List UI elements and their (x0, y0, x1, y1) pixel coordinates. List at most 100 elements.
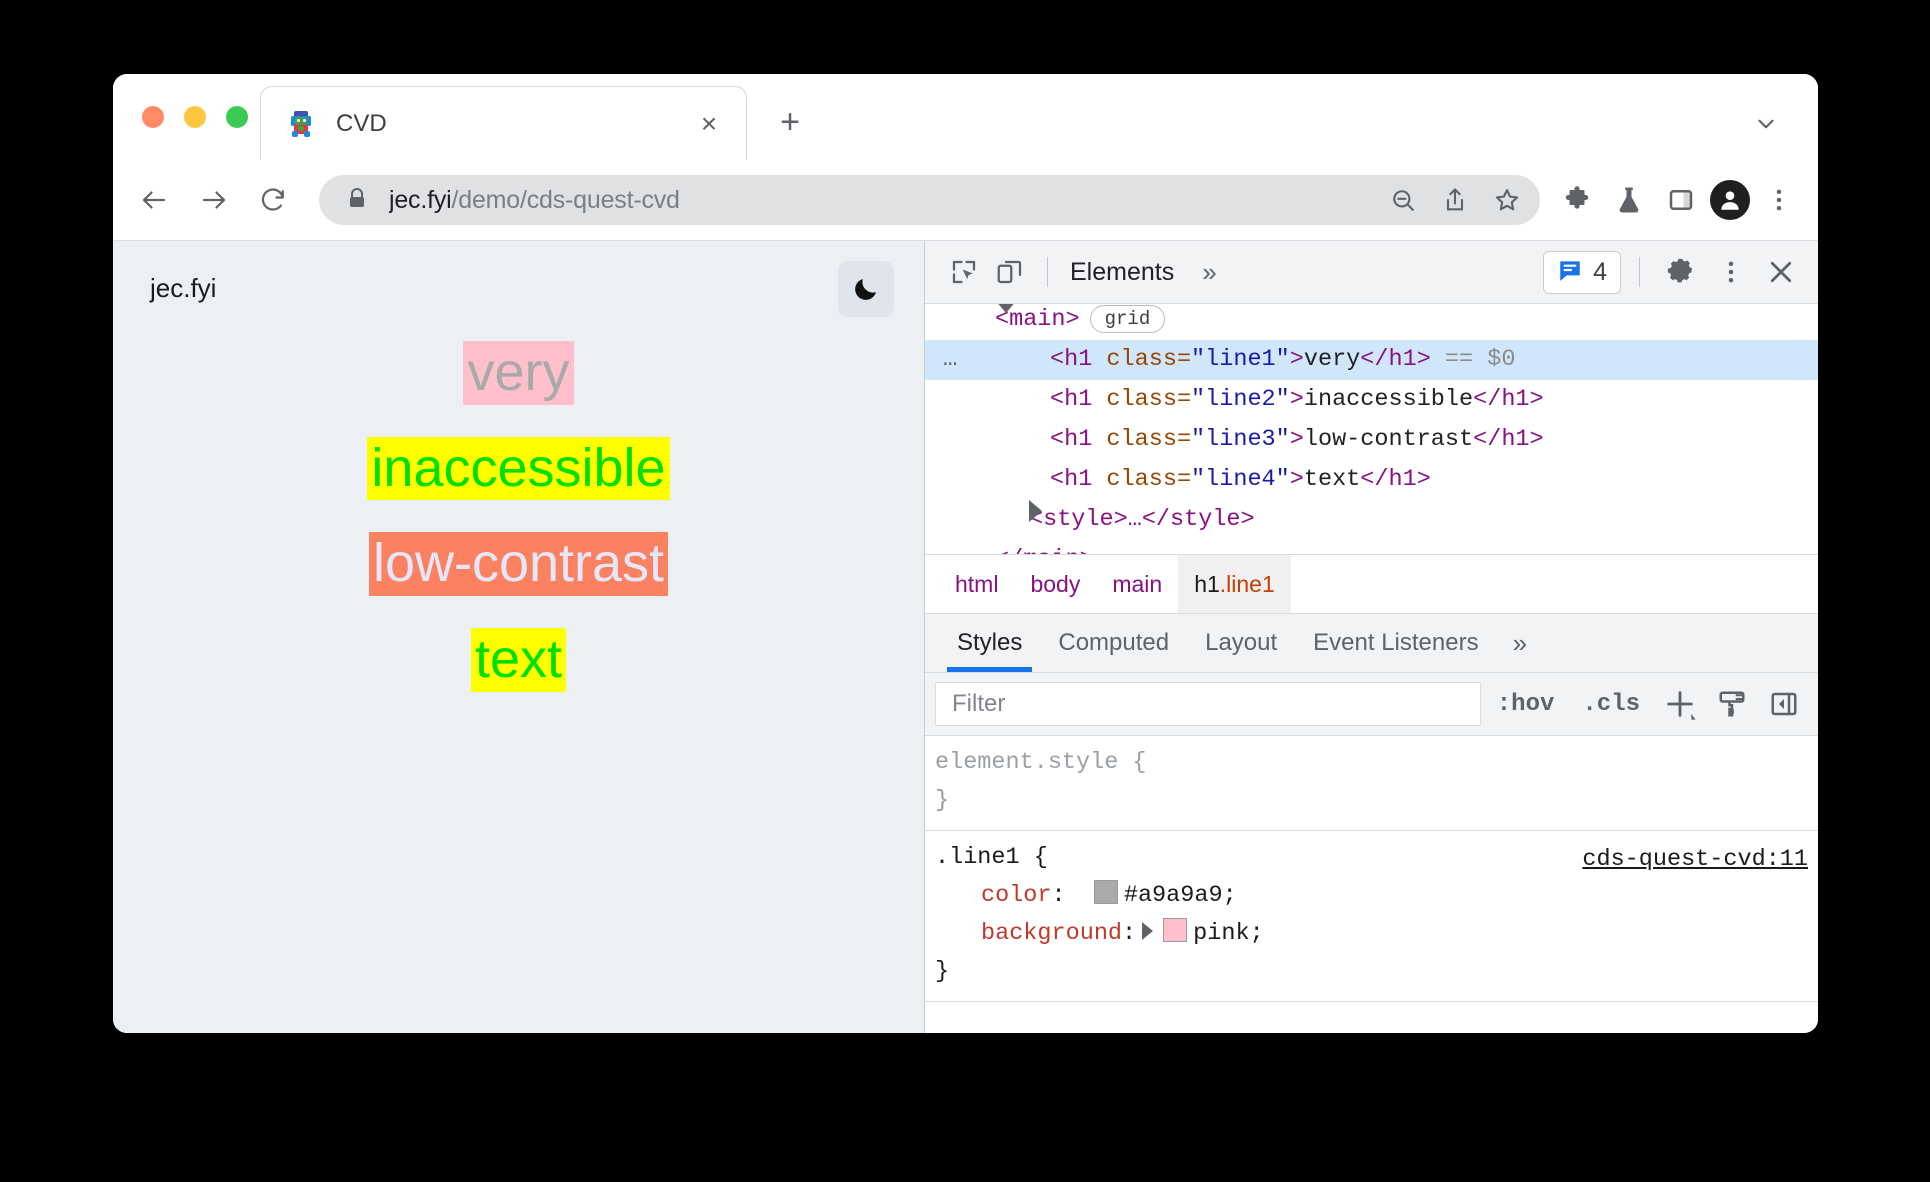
dom-tag-gt: > (1289, 386, 1304, 413)
dom-row-style[interactable]: <style>…</style> (925, 500, 1818, 540)
css-declaration-color[interactable]: color: #a9a9a9; (935, 877, 1818, 915)
dom-text-content: low-contrast (1303, 426, 1474, 453)
dom-row-main-close[interactable]: </main> (925, 540, 1818, 554)
page-viewport: jec.fyi very inaccessible low-contrast t… (113, 241, 925, 1033)
bookmark-star-icon[interactable] (1486, 179, 1528, 221)
inspect-cursor-icon[interactable] (941, 249, 987, 295)
node-overflow-menu-icon[interactable]: … (943, 348, 959, 372)
issues-badge[interactable]: 4 (1543, 250, 1621, 294)
css-property-name: color (981, 882, 1052, 909)
css-semicolon: ; (1249, 920, 1264, 947)
tab-event-listeners[interactable]: Event Listeners (1295, 614, 1496, 672)
more-panels-icon[interactable]: » (1202, 257, 1216, 288)
device-toolbar-icon[interactable] (987, 249, 1033, 295)
breadcrumb-item-body[interactable]: body (1014, 555, 1096, 613)
tab-styles[interactable]: Styles (939, 614, 1040, 672)
collapse-triangle-icon[interactable] (1029, 500, 1042, 522)
dom-row-main-open[interactable]: <main> grid (925, 304, 1818, 340)
reload-icon[interactable] (251, 177, 297, 223)
dom-tag-open: <h1 (1050, 466, 1093, 493)
css-selector[interactable]: element.style { (935, 744, 1818, 782)
styles-tabbar: Styles Computed Layout Event Listeners » (925, 613, 1818, 673)
side-panel-icon[interactable] (1658, 177, 1704, 223)
css-source-link[interactable]: cds-quest-cvd:11 (1582, 841, 1808, 879)
forward-icon[interactable] (191, 177, 237, 223)
css-rules-list[interactable]: element.style { } cds-quest-cvd:11 .line… (925, 736, 1818, 1033)
devtools-toolbar-actions: 4 (1543, 249, 1804, 295)
chevron-down-icon[interactable] (1746, 104, 1786, 144)
css-semicolon: ; (1222, 882, 1237, 909)
dom-attr-name: class (1106, 386, 1177, 413)
css-rule-element-style[interactable]: element.style { } (925, 736, 1818, 831)
minimize-window-button[interactable] (184, 106, 206, 128)
dom-tag-close: </h1> (1360, 466, 1431, 493)
moon-icon[interactable] (838, 261, 894, 317)
dom-row-line3[interactable]: <h1 class="line3">low-contrast</h1> (925, 420, 1818, 460)
color-swatch[interactable] (1093, 880, 1118, 904)
dom-tag-main-close: </main> (995, 546, 1094, 554)
breadcrumb-class: .line1 (1219, 570, 1275, 597)
dom-tag-close: </h1> (1473, 426, 1544, 453)
page-site-name: jec.fyi (150, 273, 217, 303)
profile-avatar-icon[interactable] (1710, 180, 1750, 220)
css-rule-line1[interactable]: cds-quest-cvd:11 .line1 { color: #a9a9a9… (925, 831, 1818, 1002)
page-line-2: inaccessible (367, 436, 670, 501)
browser-window: CVD × + jec.fyi/demo/cds-quest-cvd jec.f… (113, 74, 1818, 1033)
breadcrumb-item-html[interactable]: html (939, 555, 1014, 613)
css-declaration-background[interactable]: background: pink; (935, 915, 1818, 953)
gear-icon[interactable] (1658, 249, 1704, 295)
cls-button[interactable]: .cls (1570, 691, 1652, 718)
color-swatch[interactable] (1163, 918, 1188, 942)
expand-shorthand-triangle-icon[interactable] (1142, 922, 1154, 940)
dom-row-selected[interactable]: … <h1 class="line1">very</h1> == $0 (925, 340, 1818, 380)
zoom-out-icon[interactable] (1382, 179, 1424, 221)
devtools-toolbar: Elements » 4 (925, 241, 1818, 304)
toolbar-divider (1047, 257, 1048, 287)
toggle-sidebar-icon[interactable] (1760, 680, 1808, 728)
tab-computed[interactable]: Computed (1040, 614, 1187, 672)
tab-elements[interactable]: Elements (1062, 241, 1182, 303)
extensions-puzzle-icon[interactable] (1554, 177, 1600, 223)
close-icon[interactable] (1758, 249, 1804, 295)
new-tab-button[interactable]: + (768, 100, 812, 144)
close-window-button[interactable] (142, 106, 164, 128)
dom-tag-open: <h1 (1050, 426, 1093, 453)
url-text: jec.fyi/demo/cds-quest-cvd (389, 186, 680, 215)
experiments-flask-icon[interactable] (1606, 177, 1652, 223)
styles-filter-row: Filter :hov .cls (925, 673, 1818, 736)
expand-triangle-icon[interactable] (995, 304, 1017, 313)
hov-button[interactable]: :hov (1485, 691, 1567, 718)
dom-attr-value: "line2" (1191, 386, 1290, 413)
css-property-value[interactable]: pink (1193, 920, 1249, 947)
breadcrumb-item-main[interactable]: main (1096, 555, 1178, 613)
tab-layout[interactable]: Layout (1187, 614, 1295, 672)
lock-icon (345, 186, 369, 215)
grid-badge[interactable]: grid (1089, 304, 1166, 333)
filter-input[interactable]: Filter (935, 682, 1481, 726)
window-controls (142, 106, 248, 128)
computed-styles-paint-icon[interactable] (1708, 680, 1756, 728)
css-property-value[interactable]: #a9a9a9 (1124, 882, 1223, 909)
breadcrumb-item-h1-line1[interactable]: h1 .line1 (1178, 555, 1291, 613)
chrome-menu-icon[interactable] (1756, 177, 1802, 223)
dom-row-line4[interactable]: <h1 class="line4">text</h1> (925, 460, 1818, 500)
back-icon[interactable] (131, 177, 177, 223)
address-bar[interactable]: jec.fyi/demo/cds-quest-cvd (319, 175, 1540, 225)
window-body: jec.fyi very inaccessible low-contrast t… (113, 241, 1818, 1033)
breadcrumb-tag: h1 (1194, 570, 1220, 597)
dom-tag-gt: > (1289, 426, 1304, 453)
new-rule-plus-icon[interactable] (1656, 680, 1704, 728)
dom-tree[interactable]: </style></body> <main>grid …<h1 class="l… (925, 304, 1818, 554)
dom-tag-style: <style>…</style> (1029, 506, 1255, 533)
more-style-tabs-icon[interactable]: » (1497, 614, 1543, 672)
dom-console-ref: == $0 (1444, 346, 1516, 373)
three-dot-menu-icon[interactable] (1708, 249, 1754, 295)
css-property-name: background (981, 920, 1123, 947)
dom-row-line2[interactable]: <h1 class="line2">inaccessible</h1> (925, 380, 1818, 420)
close-tab-button[interactable]: × (694, 109, 724, 139)
dom-attr-eq: = (1176, 346, 1192, 373)
maximize-window-button[interactable] (226, 106, 248, 128)
share-icon[interactable] (1434, 179, 1476, 221)
dom-tag-gt: > (1289, 466, 1304, 493)
browser-tab[interactable]: CVD × (260, 86, 747, 160)
